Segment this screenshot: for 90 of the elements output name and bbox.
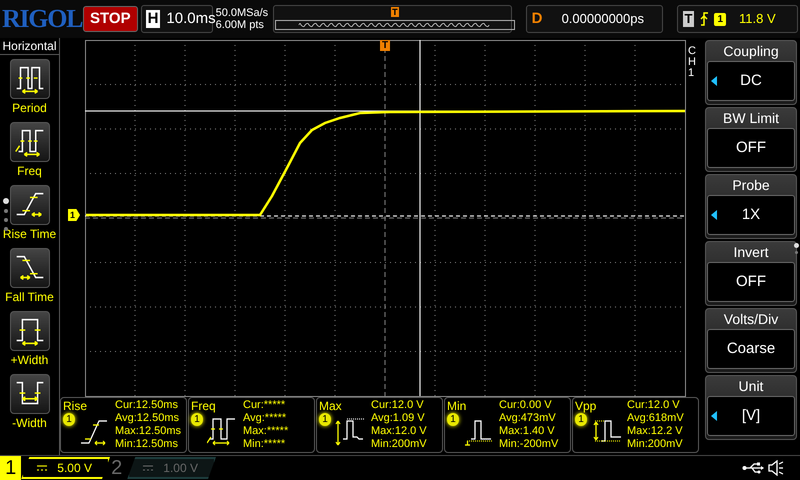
delay-label: D <box>532 8 544 29</box>
measurement-value: Cur:12.0 V <box>627 399 681 412</box>
menu-item-title: Invert <box>733 243 768 262</box>
measurement-name: Max <box>319 399 343 413</box>
measurement-value: Min:***** <box>243 438 286 451</box>
sample-rate: 50.0MSa/s <box>216 7 268 19</box>
measurement-value: Avg:1.09 V <box>371 412 426 425</box>
dc-coupling-icon <box>37 464 48 472</box>
measurement-value: Avg:473mV <box>499 412 557 425</box>
channel-number: 2 <box>110 456 124 480</box>
measurement-panel[interactable]: Max 1 Cur:12.0 V Avg:1.09 V Max:12.0 V Min:200mV <box>316 397 443 453</box>
run-stop-button[interactable]: STOP <box>83 6 138 32</box>
menu-item[interactable]: Volts/Div Coarse <box>705 308 797 373</box>
menu-item-value: OFF <box>736 272 766 292</box>
trigger-display[interactable]: T 1 11.8 V <box>676 5 798 33</box>
measurement-value: Max:1.40 V <box>499 425 556 438</box>
menu-item-value: 1X <box>742 204 760 225</box>
timebase-display[interactable]: H 10.0ms <box>140 5 213 33</box>
measurement-value: Cur:12.50ms <box>115 399 179 412</box>
left-arrow-icon <box>711 76 717 86</box>
rising-edge-icon <box>699 12 710 26</box>
memory-depth: 6.00M pts <box>216 19 265 31</box>
measurement-panel[interactable]: Vpp 1 Cur:12.0 V Avg:618mV Max:12.2 V Min:200mV <box>572 397 699 453</box>
menu-item[interactable]: BW Limit OFF <box>705 107 797 172</box>
left-arrow-icon <box>711 210 717 220</box>
menu-item-value: [V] <box>742 406 760 426</box>
trigger-position-marker: T <box>391 7 399 17</box>
left-arrow-icon <box>711 411 717 421</box>
measurement-value: Avg:***** <box>243 412 288 425</box>
menu-title: Horizontal <box>0 38 60 55</box>
trigger-source-badge: 1 <box>714 12 726 26</box>
measurement-value: Max:12.0 V <box>371 425 427 438</box>
measurement-value: Min:200mV <box>627 438 684 451</box>
menu-item-value: Coarse <box>726 338 776 359</box>
menu-item-title: BW Limit <box>723 109 779 128</box>
measurement-value: Max:***** <box>243 425 288 438</box>
usb-icon <box>742 462 764 474</box>
measurement-name: Vpp <box>575 399 598 413</box>
menu-item[interactable]: Coupling DC <box>705 40 797 105</box>
delay-value: 0.00000000ps <box>562 10 644 28</box>
menu-item[interactable]: Unit [V] <box>705 375 797 440</box>
source-badge: 1 <box>63 413 75 426</box>
measurement-value: Avg:12.50ms <box>115 412 180 425</box>
measurement-value: Max:12.50ms <box>115 425 182 438</box>
channel-scale-field[interactable]: 5.00 V <box>21 457 110 479</box>
channel-tab[interactable]: 1 5.00 V <box>0 456 110 480</box>
measure-button[interactable]: Period <box>0 59 58 122</box>
channel-label: CH1 <box>688 46 697 79</box>
dc-coupling-icon <box>143 464 154 472</box>
source-badge: 1 <box>191 413 203 426</box>
measurement-value: Avg:618mV <box>627 412 684 425</box>
measure-button[interactable]: Fall Time <box>0 248 58 311</box>
measurement-name: Freq <box>191 399 217 413</box>
measurement-name: Min <box>447 399 468 413</box>
source-badge: 1 <box>447 413 459 426</box>
timebase-label: H <box>146 10 160 28</box>
menu-item-value: OFF <box>736 138 766 158</box>
measurement-value: Max:12.2 V <box>627 425 684 438</box>
menu-item-value: DC <box>740 70 762 91</box>
menu-item[interactable]: Probe 1X <box>705 174 797 239</box>
measurement-name: Rise <box>63 399 88 413</box>
measure-button[interactable]: +Width <box>0 311 58 374</box>
channel-number: 1 <box>0 456 22 480</box>
source-badge: 1 <box>319 413 331 426</box>
trigger-label: T <box>682 11 694 27</box>
measurement-value: Cur:0.00 V <box>499 399 553 412</box>
timebase-value: 10.0ms <box>166 8 216 29</box>
menu-item-title: Coupling <box>723 42 779 61</box>
delay-display[interactable]: D 0.00000000ps <box>526 5 663 33</box>
measure-button[interactable]: Freq <box>0 122 58 185</box>
measurement-value: Min:200mV <box>371 438 427 451</box>
source-badge: 1 <box>575 413 587 426</box>
brand-logo: RIGOL <box>2 6 80 32</box>
menu-item-title: Volts/Div <box>724 310 778 329</box>
measurement-value: Cur:12.0 V <box>371 399 425 412</box>
measurement-value: Cur:***** <box>243 399 286 412</box>
measurement-value: Min:-200mV <box>499 438 558 451</box>
measurement-value: Min:12.50ms <box>115 438 179 451</box>
menu-item[interactable]: Invert OFF <box>705 241 797 306</box>
measurement-panel[interactable]: Freq 1 Cur:***** Avg:***** Max:***** Min:***** <box>188 397 315 453</box>
measurement-panel[interactable]: Min 1 Cur:0.00 V Avg:473mV Max:1.40 V Min:-200mV <box>444 397 571 453</box>
trigger-level-value: 11.8 V <box>739 10 776 28</box>
speaker-icon <box>768 460 784 476</box>
measure-button[interactable]: Rise Time <box>0 185 58 248</box>
channel-marker: 1 <box>68 209 80 221</box>
measurement-panel[interactable]: Rise 1 Cur:12.50ms Avg:12.50ms Max:12.50ms Min:12.50ms <box>60 397 187 453</box>
trigger-marker: T <box>380 40 390 51</box>
menu-item-title: Probe <box>732 176 770 195</box>
menu-item-title: Unit <box>738 377 764 396</box>
measure-button[interactable]: -Width <box>0 374 58 437</box>
